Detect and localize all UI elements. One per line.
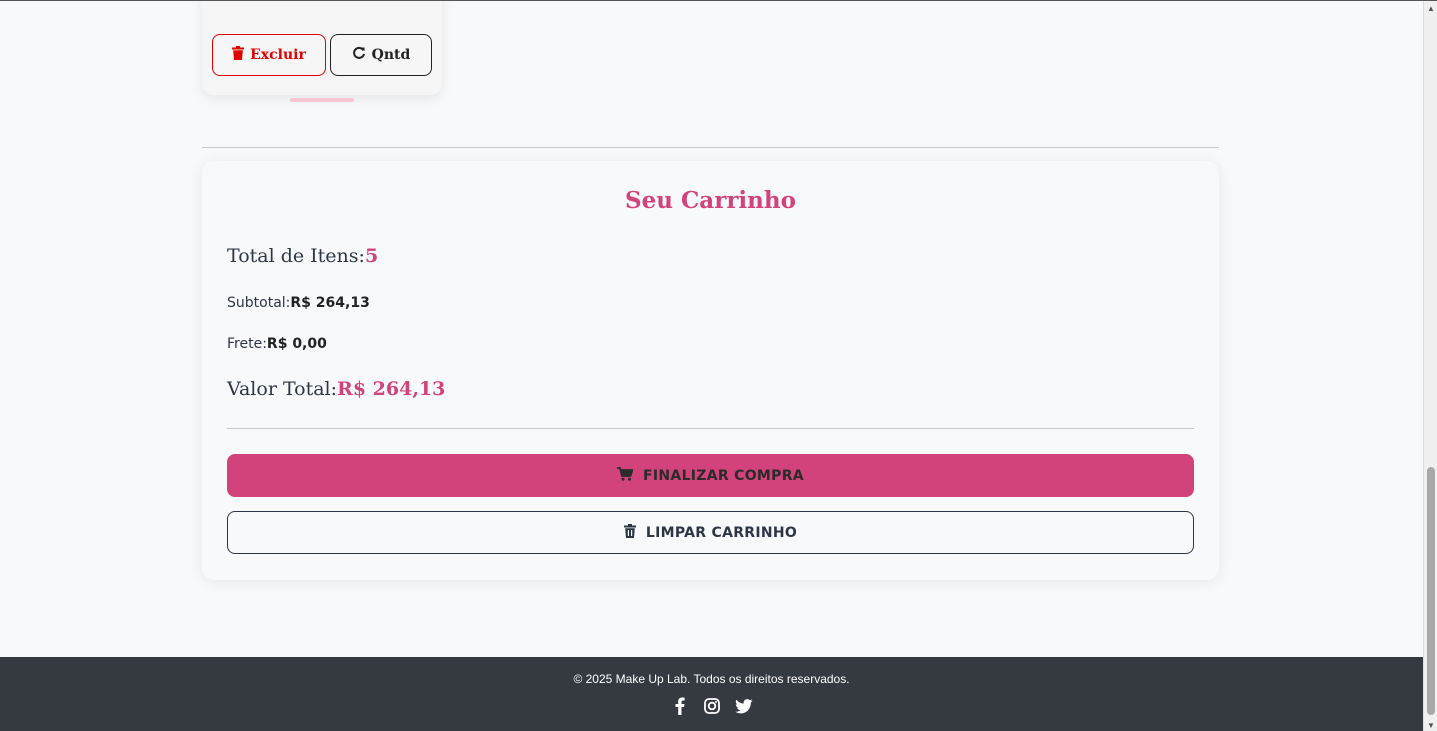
subtotal-label: Subtotal: xyxy=(227,295,291,311)
update-quantity-button[interactable]: Qntd xyxy=(330,34,432,76)
cart-summary: Seu Carrinho Total de Itens:5 Subtotal:R… xyxy=(202,161,1219,580)
trash-icon xyxy=(232,46,245,64)
site-footer: © 2025 Make Up Lab. Todos os direitos re… xyxy=(0,657,1423,731)
total-value-label: Valor Total: xyxy=(227,378,338,400)
clear-cart-button[interactable]: LIMPAR CARRINHO xyxy=(227,511,1194,554)
total-value-amount: R$ 264,13 xyxy=(337,378,446,400)
vertical-scrollbar[interactable]: ▲ ▼ xyxy=(1423,1,1437,731)
subtotal-value: R$ 264,13 xyxy=(290,295,370,311)
delete-item-label: Excluir xyxy=(250,47,306,63)
total-items-label: Total de Itens: xyxy=(227,245,365,267)
twitter-icon[interactable] xyxy=(734,696,754,716)
checkout-button[interactable]: FINALIZAR COMPRA xyxy=(227,454,1194,497)
total-items-value: 5 xyxy=(364,245,379,267)
cart-divider xyxy=(227,428,1194,429)
shipping-value: R$ 0,00 xyxy=(266,336,327,352)
checkout-label: FINALIZAR COMPRA xyxy=(643,467,804,484)
refresh-icon xyxy=(352,46,366,64)
facebook-icon[interactable] xyxy=(670,696,690,716)
subtotal-row: Subtotal:R$ 264,13 xyxy=(227,295,370,311)
scrollbar-thumb[interactable] xyxy=(1427,467,1435,715)
delete-item-button[interactable]: Excluir xyxy=(212,34,326,76)
total-value-row: Valor Total:R$ 264,13 xyxy=(227,378,445,400)
copyright-text: © 2025 Make Up Lab. Todos os direitos re… xyxy=(573,672,850,686)
cart-title: Seu Carrinho xyxy=(625,187,796,214)
update-quantity-label: Qntd xyxy=(371,47,411,63)
trash-icon xyxy=(623,523,636,542)
shipping-label: Frete: xyxy=(227,336,267,352)
card-accent-line xyxy=(290,98,354,102)
section-divider xyxy=(202,147,1219,148)
page-viewport: Excluir Qntd Seu Carrinho Total de Itens… xyxy=(0,1,1423,731)
social-links xyxy=(0,696,1423,716)
scroll-down-arrow-icon[interactable]: ▼ xyxy=(1424,718,1437,731)
clear-cart-label: LIMPAR CARRINHO xyxy=(645,524,798,541)
instagram-icon[interactable] xyxy=(702,696,722,716)
product-card: Excluir Qntd xyxy=(202,1,442,95)
cart-icon xyxy=(617,466,634,485)
total-items-row: Total de Itens:5 xyxy=(227,245,378,267)
shipping-row: Frete:R$ 0,00 xyxy=(227,336,327,352)
scroll-up-arrow-icon[interactable]: ▲ xyxy=(1424,1,1437,15)
